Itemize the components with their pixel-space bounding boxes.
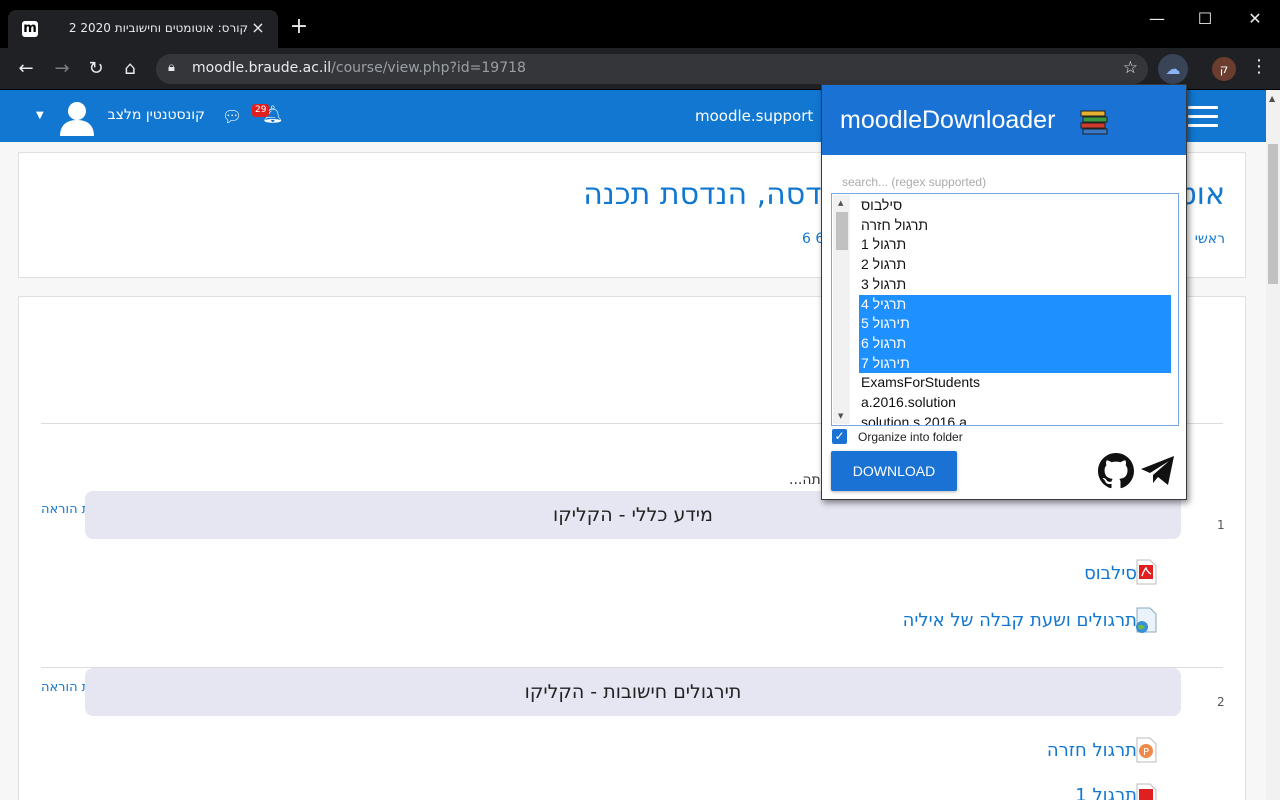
address-bar[interactable]: 🔒︎ moodle.braude.ac.il/course/view.php?i… [156,54,1148,84]
url-icon [1136,607,1157,633]
breadcrumb[interactable]: ראשי [1195,231,1225,247]
file-option[interactable]: תרגול 3 [859,275,1171,295]
url-text[interactable]: moodle.braude.ac.il/course/view.php?id=1… [192,60,526,76]
file-option[interactable]: solution.s.2016.a [859,413,1171,425]
site-name[interactable]: moodle.support [695,107,813,125]
file-option[interactable]: ExamsForStudents [859,373,1171,393]
user-menu-caret-icon[interactable]: ▼ [36,110,44,121]
books-icon [1080,110,1108,135]
listbox-scroll-up-icon[interactable]: ▲ [838,199,843,207]
file-option[interactable]: סילבוס [859,196,1171,216]
notification-badge: 29 [252,104,270,117]
reload-icon[interactable]: ↻ [84,57,108,81]
browser-tab[interactable]: m קורס: אוטומטים וחישוביות 2020 2 × [8,10,278,48]
pdf-icon [1136,559,1157,585]
section-number: 2 [1217,695,1225,709]
file-listbox[interactable]: ▲ ▼ סילבוס תרגול חזרה תרגול 1 תרגול 2 תר… [831,193,1179,426]
tab-close-icon[interactable]: × [248,18,268,37]
file-option[interactable]: תרגול 6 [859,333,1171,354]
chat-icon[interactable]: 💬︎ [222,107,242,126]
file-option[interactable]: תרגול 1 [859,235,1171,255]
lock-icon: 🔒︎ [168,60,175,75]
search-input[interactable] [834,171,1174,193]
file-option[interactable]: a.2016.solution [859,393,1171,413]
listbox-scrollbar[interactable]: ▲ ▼ [833,195,850,424]
scrollbar-thumb[interactable] [1268,144,1278,284]
moodle-downloader-popup: moodleDownloader ▲ ▼ סילבוס תרגול חזרה ת… [821,84,1187,500]
section-number: 1 [1217,518,1225,532]
listbox-scroll-down-icon[interactable]: ▼ [838,412,843,420]
telegram-icon[interactable] [1140,455,1176,487]
file-option[interactable]: תירגול 7 [859,353,1171,374]
profile-avatar[interactable]: ק [1212,57,1236,81]
back-icon[interactable]: ← [14,57,38,81]
popup-title: moodleDownloader [840,106,1056,134]
file-option[interactable]: תרגול 2 [859,255,1171,275]
new-tab-button[interactable]: + [288,16,310,38]
popup-header: moodleDownloader [822,85,1186,155]
page-scrollbar[interactable]: ▲ [1266,90,1280,800]
cloud-download-extension-icon[interactable]: ☁ [1158,54,1188,84]
chrome-menu-icon[interactable]: ⋮ [1250,56,1268,77]
activity-link[interactable]: תרגול חזרה [1047,740,1137,761]
hamburger-menu-icon[interactable] [1188,106,1218,128]
forward-icon[interactable]: → [50,57,74,81]
tab-strip: m קורס: אוטומטים וחישוביות 2020 2 × + — … [0,0,1280,48]
maximize-icon[interactable]: ☐ [1182,6,1228,32]
activity-link[interactable]: תרגולים ושעת קבלה של איליה [903,610,1137,631]
file-option[interactable]: תירגול 5 [859,314,1171,334]
moodle-favicon-icon: m [22,21,38,37]
section-header[interactable]: תירגולים חישובות - הקליקו [85,668,1181,716]
github-icon[interactable] [1098,453,1134,489]
activity-link[interactable]: תרגול 1 [1075,785,1137,800]
bookmark-star-icon[interactable]: ☆ [1123,58,1138,78]
organize-label[interactable]: Organize into folder [858,430,963,444]
user-avatar-icon[interactable] [58,98,96,136]
activity-link[interactable]: סילבוס [1084,563,1137,584]
download-button[interactable]: DOWNLOAD [831,451,957,491]
section-title[interactable]: תירגולים חישובות - הקליקו [85,681,1181,703]
minimize-icon[interactable]: — [1134,6,1180,32]
tab-title: קורס: אוטומטים וחישוביות 2020 2 [68,21,248,35]
file-option[interactable]: תרגול חזרה [859,216,1171,236]
svg-text:P: P [1143,747,1149,758]
section-title[interactable]: מידע כללי - הקליקו [85,504,1181,526]
organize-checkbox[interactable]: ✓ [832,429,847,444]
user-name[interactable]: קונסטנטין מלצב [100,107,205,123]
pdf-icon [1136,783,1157,800]
close-window-icon[interactable]: ✕ [1232,6,1278,32]
home-icon[interactable]: ⌂ [118,57,142,81]
listbox-scrollbar-thumb[interactable] [836,212,848,250]
file-option[interactable]: תרגיל 4 [859,294,1171,315]
ppt-icon: P [1136,737,1157,763]
scroll-up-icon[interactable]: ▲ [1269,94,1275,103]
